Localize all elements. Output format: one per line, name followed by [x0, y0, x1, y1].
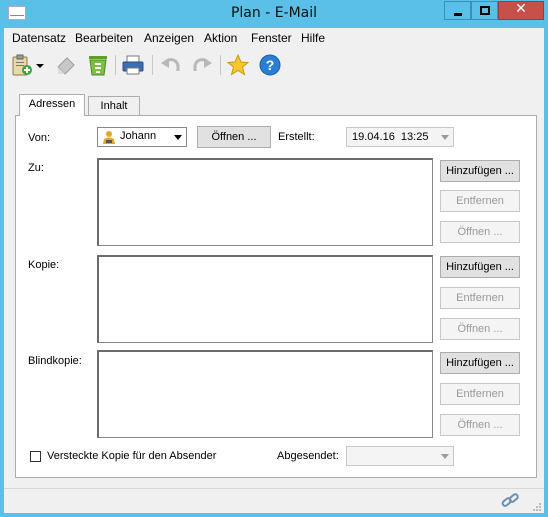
kopie-label: Kopie:	[28, 259, 60, 271]
open-to-button[interactable]: Öffnen ...	[440, 221, 520, 243]
created-datetime-field: 19.04.16 13:25	[346, 127, 454, 147]
favorite-star-icon[interactable]	[226, 53, 250, 77]
created-value: 19.04.16 13:25	[352, 131, 429, 143]
toolbar-separator	[152, 55, 153, 75]
minimize-button[interactable]	[444, 1, 471, 20]
tab-inhalt[interactable]: Inhalt	[88, 96, 140, 116]
help-icon[interactable]: ?	[258, 53, 282, 77]
open-cc-button[interactable]: Öffnen ...	[440, 318, 520, 340]
tab-control: Adressen Inhalt Von: Johann Öffnen ... E…	[15, 94, 537, 484]
hidden-copy-label[interactable]: Versteckte Kopie für den Absender	[47, 450, 216, 462]
to-recipients-list[interactable]	[97, 158, 433, 246]
undo-icon[interactable]	[159, 53, 183, 77]
menu-bearbeiten[interactable]: Bearbeiten	[75, 31, 133, 45]
maximize-button[interactable]	[471, 1, 498, 20]
email-window: Plan - E-Mail ✕ Datensatz Bearbeiten Anz…	[0, 0, 548, 517]
print-icon[interactable]	[121, 53, 145, 77]
title-bar[interactable]: Plan - E-Mail ✕	[0, 0, 548, 28]
minimize-icon	[454, 13, 462, 16]
sent-datetime-field	[346, 446, 454, 466]
svg-text:?: ?	[266, 57, 275, 73]
new-from-clipboard-icon[interactable]	[10, 53, 34, 77]
eraser-icon[interactable]	[54, 53, 78, 77]
link-icon[interactable]	[500, 492, 520, 510]
blindkopie-label: Blindkopie:	[28, 355, 82, 367]
menu-hilfe[interactable]: Hilfe	[301, 31, 325, 45]
recycle-bin-icon[interactable]	[86, 53, 110, 77]
sent-label: Abgesendet:	[277, 450, 339, 462]
remove-bcc-button[interactable]: Entfernen	[440, 383, 520, 405]
menu-datensatz[interactable]: Datensatz	[12, 31, 66, 45]
toolbar-separator	[115, 55, 116, 75]
close-button[interactable]: ✕	[498, 1, 544, 20]
close-icon: ✕	[515, 1, 527, 17]
user-icon	[102, 130, 116, 144]
menu-aktion[interactable]: Aktion	[204, 31, 237, 45]
add-to-button[interactable]: Hinzufügen ...	[440, 160, 520, 182]
sender-select[interactable]: Johann	[97, 127, 187, 147]
zu-label: Zu:	[28, 162, 44, 174]
redo-icon[interactable]	[190, 53, 214, 77]
toolbar: ?	[4, 48, 544, 82]
add-bcc-button[interactable]: Hinzufügen ...	[440, 352, 520, 374]
addresses-panel: Von: Johann Öffnen ... Erstellt: 19.04.1…	[15, 115, 537, 478]
open-bcc-button[interactable]: Öffnen ...	[440, 414, 520, 436]
chevron-down-icon	[170, 128, 186, 146]
add-cc-button[interactable]: Hinzufügen ...	[440, 256, 520, 278]
menu-fenster[interactable]: Fenster	[251, 31, 292, 45]
chevron-down-icon	[437, 128, 453, 146]
sender-value: Johann	[120, 130, 157, 142]
menu-bar: Datensatz Bearbeiten Anzeigen Aktion Fen…	[4, 28, 544, 48]
chevron-down-icon	[437, 447, 453, 465]
client-area: Datensatz Bearbeiten Anzeigen Aktion Fen…	[4, 28, 544, 513]
remove-to-button[interactable]: Entfernen	[440, 190, 520, 212]
tab-adressen[interactable]: Adressen	[19, 94, 85, 116]
remove-cc-button[interactable]: Entfernen	[440, 287, 520, 309]
open-sender-button[interactable]: Öffnen ...	[197, 126, 271, 148]
menu-anzeigen[interactable]: Anzeigen	[144, 31, 194, 45]
von-label: Von:	[28, 132, 51, 144]
cc-recipients-list[interactable]	[97, 255, 433, 343]
dropdown-arrow-icon[interactable]	[34, 53, 46, 77]
created-label: Erstellt:	[278, 131, 315, 143]
hidden-copy-checkbox[interactable]	[30, 451, 41, 462]
resize-grip-icon[interactable]	[532, 502, 542, 512]
bcc-recipients-list[interactable]	[97, 350, 433, 438]
maximize-icon	[480, 6, 490, 15]
status-bar	[4, 488, 544, 513]
toolbar-separator	[220, 55, 221, 75]
